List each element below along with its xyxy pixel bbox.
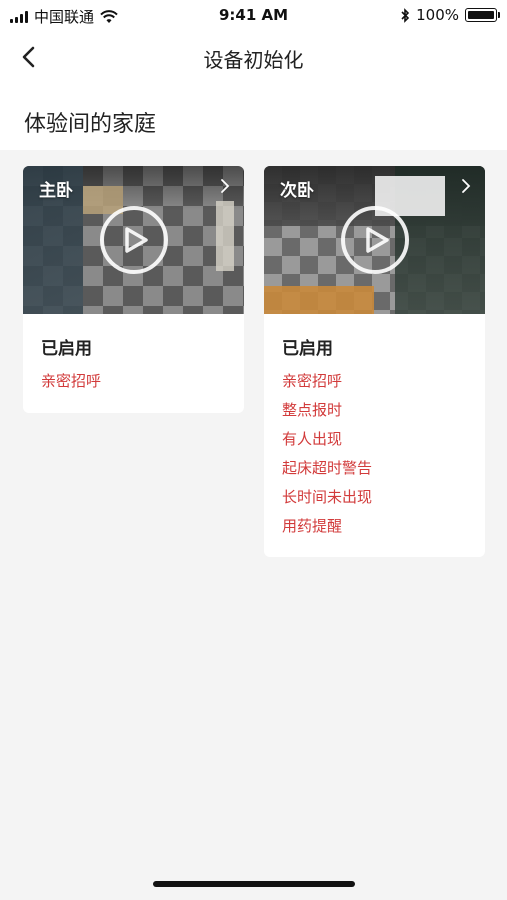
thumbnail-scene: [216, 201, 234, 271]
camera-status: 已启用: [41, 339, 92, 359]
status-bar: 中国联通 9:41 AM 100%: [0, 0, 507, 30]
battery-icon: [465, 8, 500, 22]
card-body: 已启用 亲密招呼: [23, 314, 244, 396]
chevron-right-icon[interactable]: [461, 178, 471, 194]
camera-card-second-bedroom: 次卧 已启用 亲密招呼 整点报时 有人出现 起床超时警告 长时间未出现 用药提醒: [264, 166, 485, 557]
camera-thumbnail[interactable]: 次卧: [264, 166, 485, 314]
card-body: 已启用 亲密招呼 整点报时 有人出现 起床超时警告 长时间未出现 用药提醒: [264, 314, 485, 541]
chevron-right-icon[interactable]: [220, 178, 230, 194]
feature-item[interactable]: 起床超时警告: [282, 454, 485, 483]
status-right: 100%: [400, 6, 500, 24]
thumbnail-scene: [264, 286, 374, 314]
feature-item[interactable]: 长时间未出现: [282, 483, 485, 512]
camera-status: 已启用: [282, 339, 333, 359]
play-icon[interactable]: [99, 205, 169, 275]
camera-name: 主卧: [39, 181, 73, 201]
battery-percent: 100%: [416, 6, 459, 24]
page-title: 设备初始化: [203, 48, 304, 72]
section-title: 体验间的家庭: [24, 112, 157, 137]
camera-card-master-bedroom: 主卧 已启用 亲密招呼: [23, 166, 244, 413]
feature-item[interactable]: 整点报时: [282, 396, 485, 425]
play-icon[interactable]: [340, 205, 410, 275]
camera-thumbnail[interactable]: 主卧: [23, 166, 244, 314]
home-indicator[interactable]: [153, 881, 355, 887]
feature-item[interactable]: 亲密招呼: [41, 367, 244, 396]
feature-item[interactable]: 用药提醒: [282, 512, 485, 541]
camera-name: 次卧: [280, 181, 314, 201]
feature-item[interactable]: 有人出现: [282, 425, 485, 454]
feature-item[interactable]: 亲密招呼: [282, 367, 485, 396]
bluetooth-icon: [401, 7, 410, 23]
